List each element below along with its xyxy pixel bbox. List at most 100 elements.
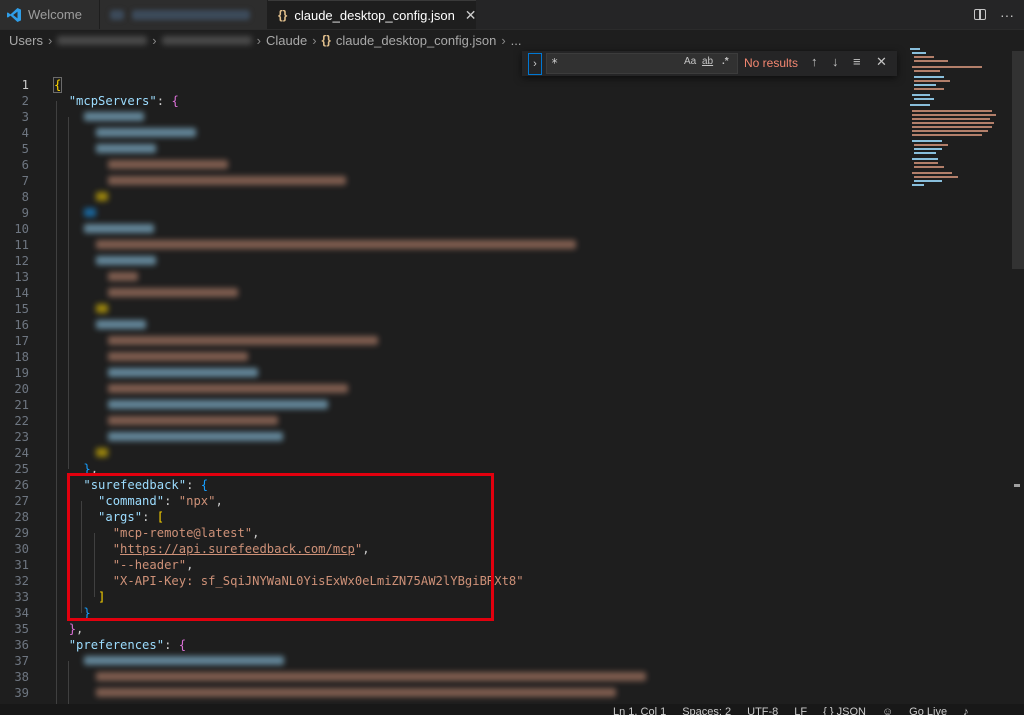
json-key-preferences: "preferences" — [68, 638, 165, 652]
chevron-right-icon: › — [47, 32, 53, 48]
redacted-tab-label — [132, 9, 250, 20]
chevron-right-icon: › — [501, 32, 506, 48]
breadcrumb-redacted-2[interactable] — [161, 35, 252, 45]
line-number: 12 — [14, 254, 29, 268]
copilot-icon[interactable]: ☺ — [882, 706, 893, 715]
scrollbar-marker — [1014, 484, 1020, 487]
json-open-brace: { — [52, 77, 63, 93]
find-widget: › * Aa ab .* No results ↑ ↓ ≡ ✕ — [522, 51, 897, 76]
chevron-right-icon: › — [152, 32, 157, 48]
close-icon[interactable]: ✕ — [465, 7, 477, 24]
tab-claude-desktop-config[interactable]: {} claude_desktop_config.json ✕ — [268, 0, 477, 29]
line-number: 10 — [14, 222, 29, 236]
redacted-line — [96, 192, 108, 201]
line-number: 5 — [21, 142, 29, 156]
redacted-line — [108, 384, 348, 393]
redacted-line — [84, 112, 144, 121]
vscode-logo-icon — [7, 7, 21, 22]
match-whole-word-icon[interactable]: ab — [702, 56, 713, 67]
redacted-line — [96, 688, 616, 697]
line-number: 6 — [21, 158, 29, 172]
tab-welcome-label: Welcome — [28, 7, 82, 22]
redacted-line — [108, 176, 346, 185]
status-go-live[interactable]: Go Live — [909, 706, 947, 715]
line-number: 3 — [21, 110, 29, 124]
line-number: 38 — [14, 670, 29, 684]
tab-active-label: claude_desktop_config.json — [294, 7, 455, 23]
tab-welcome[interactable]: Welcome — [0, 0, 100, 29]
match-case-icon[interactable]: Aa — [684, 56, 696, 67]
status-eol[interactable]: LF — [794, 706, 807, 715]
line-number: 14 — [14, 286, 29, 300]
close-icon[interactable]: ✕ — [876, 54, 887, 70]
line-number: 23 — [14, 430, 29, 444]
arrow-down-icon[interactable]: ↓ — [832, 54, 839, 69]
status-language-mode[interactable]: { } JSON — [823, 706, 866, 715]
vertical-scrollbar[interactable] — [1012, 51, 1024, 269]
line-number: 13 — [14, 270, 29, 284]
redacted-line — [108, 352, 248, 361]
redacted-line — [96, 128, 196, 137]
line-number: 7 — [21, 174, 29, 188]
arrow-up-icon[interactable]: ↑ — [811, 54, 818, 69]
status-cursor-position[interactable]: Ln 1, Col 1 — [613, 706, 666, 715]
tab-redacted[interactable] — [100, 0, 268, 29]
line-number: 18 — [14, 350, 29, 364]
redacted-line — [108, 336, 378, 345]
breadcrumb-more[interactable]: ... — [511, 33, 522, 48]
minimap[interactable] — [904, 48, 1000, 208]
chevron-right-icon: › — [256, 32, 261, 48]
breadcrumb-redacted-1[interactable] — [57, 35, 148, 45]
line-number: 37 — [14, 654, 29, 668]
redacted-line — [96, 144, 156, 153]
redacted-line — [108, 368, 258, 377]
redacted-line — [84, 656, 284, 665]
breadcrumb-users[interactable]: Users — [9, 33, 43, 48]
editor-tab-bar: Welcome {} claude_desktop_config.json ✕ … — [0, 0, 1024, 30]
redacted-line — [96, 672, 646, 681]
json-key-mcpservers: "mcpServers" — [68, 94, 157, 108]
line-number: 9 — [21, 206, 29, 220]
split-editor-icon[interactable] — [974, 9, 986, 20]
breadcrumb-file[interactable]: claude_desktop_config.json — [336, 33, 496, 48]
redacted-tab-icon — [110, 9, 124, 20]
line-number: 19 — [14, 366, 29, 380]
line-number: 17 — [14, 334, 29, 348]
json-file-icon: {} — [278, 8, 288, 22]
line-number: 11 — [14, 238, 29, 252]
redacted-line — [84, 208, 96, 217]
find-result-status: No results — [744, 56, 799, 70]
code-line: { — [52, 77, 63, 93]
redacted-line — [108, 432, 283, 441]
redacted-line — [96, 448, 108, 457]
redacted-line — [96, 320, 146, 329]
code-line: "preferences": { — [68, 638, 187, 652]
line-number: 20 — [14, 382, 29, 396]
redacted-line — [108, 160, 228, 169]
chevron-right-icon: › — [312, 32, 317, 48]
status-bar: Ln 1, Col 1 Spaces: 2 UTF-8 LF { } JSON … — [0, 704, 1024, 715]
line-number: 8 — [21, 190, 29, 204]
redacted-line — [108, 288, 238, 297]
redacted-line — [84, 224, 154, 233]
line-number: 21 — [14, 398, 29, 412]
bell-icon[interactable]: ♪ — [963, 706, 969, 715]
line-number: 39 — [14, 686, 29, 700]
breadcrumb: Users › › › Claude › {} claude_desktop_c… — [0, 29, 1024, 51]
find-in-selection-icon[interactable]: ≡ — [853, 54, 861, 69]
highlight-box — [67, 473, 494, 621]
line-number: 22 — [14, 414, 29, 428]
regex-icon[interactable]: .* — [722, 56, 729, 67]
line-number: 4 — [21, 126, 29, 140]
more-actions-icon[interactable]: ··· — [1000, 7, 1014, 23]
redacted-line — [96, 304, 108, 313]
status-indentation[interactable]: Spaces: 2 — [682, 706, 731, 715]
toggle-replace-chevron-icon[interactable]: › — [528, 53, 542, 75]
code-line: "mcpServers": { — [68, 94, 179, 108]
breadcrumb-claude[interactable]: Claude — [266, 33, 307, 48]
redacted-line — [96, 240, 576, 249]
redacted-line — [108, 400, 328, 409]
status-encoding[interactable]: UTF-8 — [747, 706, 778, 715]
redacted-line — [108, 272, 138, 281]
redacted-line — [108, 416, 278, 425]
